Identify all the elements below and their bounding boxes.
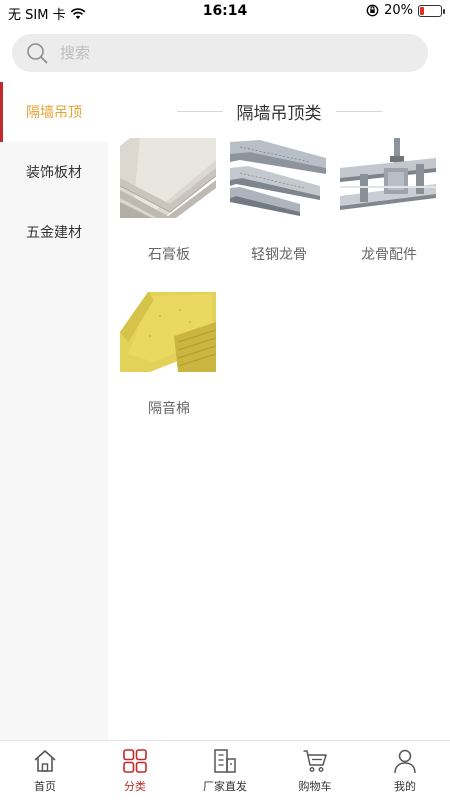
soundproof-cotton-image — [120, 292, 217, 372]
bottom-tab-bar: 首页 分类 厂家直发 购物车 我的 — [0, 740, 450, 800]
tab-home[interactable]: 首页 — [0, 741, 90, 800]
tab-label: 分类 — [124, 780, 146, 793]
sidebar-item-label: 隔墙吊顶 — [26, 105, 82, 121]
sidebar-item-decorative-boards[interactable]: 装饰板材 — [0, 142, 108, 202]
category-icon — [123, 749, 147, 773]
product-gypsum-board[interactable]: 石膏板 — [119, 138, 218, 264]
search-bar — [12, 34, 428, 72]
tab-label: 首页 — [34, 780, 56, 793]
search-box[interactable] — [12, 34, 428, 72]
battery-fill — [420, 6, 424, 15]
battery-icon — [418, 4, 445, 17]
screen: 无 SIM 卡 16:14 20% 搜索 隔墙吊顶 装饰板材 五金建材 隔墙吊顶… — [0, 0, 450, 800]
search-icon — [27, 43, 48, 64]
sidebar-item-label: 五金建材 — [26, 225, 82, 241]
home-icon — [34, 750, 56, 772]
status-right: 20% — [366, 3, 445, 18]
cart-icon — [303, 750, 327, 772]
sidebar-item-hardware[interactable]: 五金建材 — [0, 202, 108, 262]
sidebar-item-label: 装饰板材 — [26, 165, 82, 181]
product-light-steel-keel[interactable]: 轻钢龙骨 — [230, 138, 328, 264]
tab-factory-direct[interactable]: 厂家直发 — [180, 741, 270, 800]
search-input[interactable] — [60, 44, 380, 62]
product-name: 隔音棉 — [148, 401, 190, 417]
sidebar-item-partition-ceiling[interactable]: 隔墙吊顶 — [0, 82, 108, 142]
battery-percent: 20% — [384, 3, 413, 18]
product-name: 石膏板 — [148, 247, 190, 263]
light-steel-keel-image — [230, 138, 326, 218]
product-keel-accessories[interactable]: 龙骨配件 — [340, 138, 438, 264]
product-name: 龙骨配件 — [361, 247, 417, 263]
factory-icon — [214, 749, 236, 773]
category-content: 隔墙吊顶类 石膏板 轻钢龙骨 龙骨配件 隔音棉 — [108, 82, 450, 740]
keel-accessories-image — [340, 138, 436, 218]
user-icon — [394, 749, 416, 774]
tab-label: 我的 — [394, 780, 416, 793]
category-sidebar: 隔墙吊顶 装饰板材 五金建材 — [0, 82, 108, 740]
tab-label: 厂家直发 — [203, 780, 247, 793]
tab-cart[interactable]: 购物车 — [270, 741, 360, 800]
gypsum-board-image — [119, 138, 217, 224]
tab-label: 购物车 — [298, 780, 332, 793]
tab-mine[interactable]: 我的 — [360, 741, 450, 800]
title-divider-right — [335, 110, 382, 112]
section-title: 隔墙吊顶类 — [236, 103, 322, 124]
product-name: 轻钢龙骨 — [251, 247, 307, 263]
status-bar: 无 SIM 卡 16:14 20% — [0, 0, 450, 24]
product-soundproof-cotton[interactable]: 隔音棉 — [120, 292, 218, 418]
section-header: 隔墙吊顶类 — [108, 98, 450, 124]
tab-category[interactable]: 分类 — [90, 741, 180, 800]
title-divider-left — [176, 110, 223, 112]
orientation-lock-icon — [366, 4, 379, 17]
